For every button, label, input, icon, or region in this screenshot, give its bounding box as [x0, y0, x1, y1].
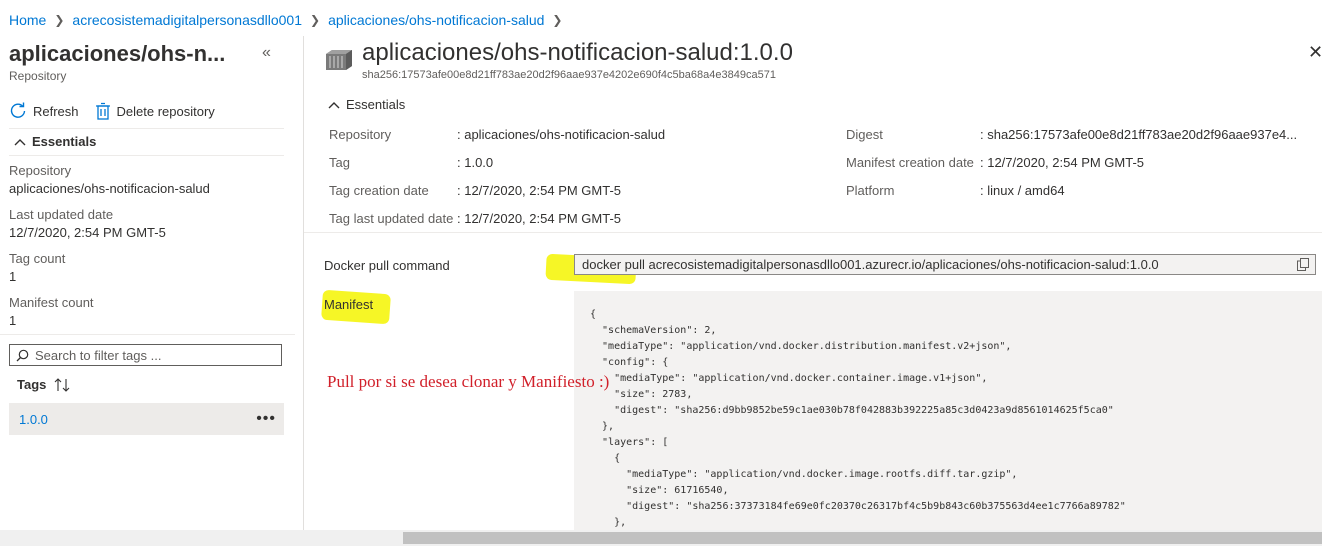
tags-column-header[interactable]: Tags: [17, 377, 70, 392]
tag-search-input[interactable]: Search to filter tags ...: [9, 344, 282, 366]
repository-pane: aplicaciones/ohs-n... « Repository Refre…: [0, 36, 295, 530]
chevron-right-icon: ❯: [552, 13, 563, 27]
last-updated-value: 12/7/2020, 2:54 PM GMT-5: [9, 225, 166, 240]
manifest-label: Manifest: [324, 297, 374, 312]
manifest-creation-value: : 12/7/2020, 2:54 PM GMT-5: [980, 155, 1145, 170]
tag-search-placeholder: Search to filter tags ...: [35, 347, 162, 363]
tag-title: aplicaciones/ohs-notificacion-salud:1.0.…: [362, 39, 793, 66]
repository-subtitle: Repository: [9, 69, 67, 83]
search-icon: [16, 349, 29, 361]
manifest-creation-label: Manifest creation date: [846, 155, 974, 170]
breadcrumb-home[interactable]: Home: [9, 12, 46, 28]
horizontal-scrollbar[interactable]: [0, 530, 1322, 546]
divider: [9, 155, 284, 156]
essentials-label: Essentials: [346, 97, 406, 112]
essentials-toggle[interactable]: Essentials: [14, 134, 96, 149]
more-options-icon[interactable]: •••: [256, 410, 276, 428]
refresh-button[interactable]: Refresh: [9, 102, 79, 120]
divider: [304, 232, 1322, 233]
tag-value: : 1.0.0: [457, 155, 494, 170]
collapse-pane-icon[interactable]: «: [262, 44, 271, 62]
copy-icon[interactable]: [1297, 258, 1309, 271]
divider: [0, 334, 295, 335]
tag-detail-pane: aplicaciones/ohs-notificacion-salud:1.0.…: [304, 36, 1322, 530]
delete-repository-button[interactable]: Delete repository: [95, 102, 215, 120]
refresh-icon: [10, 102, 26, 118]
container-registry-icon: [326, 50, 352, 70]
manifest-code-block[interactable]: { "schemaVersion": 2, "mediaType": "appl…: [574, 291, 1322, 530]
digest-value: : sha256:17573afe00e8d21ff783ae20d2f96aa…: [980, 127, 1298, 142]
tag-last-updated-value: : 12/7/2020, 2:54 PM GMT-5: [457, 211, 622, 226]
docker-pull-command-text: docker pull acrecosistemadigitalpersonas…: [582, 257, 1159, 272]
tag-last-updated-label: Tag last updated date: [329, 211, 454, 226]
manifest-json: { "schemaVersion": 2, "mediaType": "appl…: [590, 309, 1126, 528]
refresh-label: Refresh: [33, 103, 79, 119]
repository-value: : aplicaciones/ohs-notificacion-salud: [457, 127, 666, 142]
tag-count-value: 1: [9, 269, 17, 284]
sort-icon: [55, 377, 70, 392]
digest-label: Digest: [846, 127, 883, 142]
repository-label: Repository: [9, 163, 72, 178]
repository-label: Repository: [329, 127, 392, 142]
repository-value: aplicaciones/ohs-notificacion-salud: [9, 181, 210, 196]
tag-digest: sha256:17573afe00e8d21ff783ae20d2f96aae9…: [362, 69, 776, 81]
chevron-right-icon: ❯: [54, 13, 65, 27]
repository-title: aplicaciones/ohs-n...: [9, 41, 226, 66]
trash-icon: [95, 102, 110, 120]
handwritten-annotation: Pull por si se desea clonar y Manifiesto…: [327, 372, 610, 391]
delete-repository-label: Delete repository: [116, 103, 215, 119]
essentials-toggle[interactable]: Essentials: [328, 97, 405, 112]
chevron-right-icon: ❯: [310, 13, 321, 27]
tag-creation-value: : 12/7/2020, 2:54 PM GMT-5: [457, 183, 622, 198]
docker-pull-label: Docker pull command: [324, 258, 450, 273]
docker-pull-command-field[interactable]: docker pull acrecosistemadigitalpersonas…: [574, 254, 1316, 275]
chevron-up-icon: [328, 101, 340, 108]
tag-row[interactable]: 1.0.0 •••: [9, 403, 284, 435]
page-footer-area: [0, 546, 1322, 554]
tag-label: Tag: [329, 155, 350, 170]
breadcrumb: Home ❯ acrecosistemadigitalpersonasdllo0…: [9, 10, 570, 30]
manifest-count-value: 1: [9, 313, 17, 328]
tag-creation-label: Tag creation date: [329, 183, 429, 198]
tags-header-label: Tags: [17, 377, 47, 392]
last-updated-label: Last updated date: [9, 207, 114, 222]
breadcrumb-repository[interactable]: aplicaciones/ohs-notificacion-salud: [328, 12, 544, 28]
tag-link[interactable]: 1.0.0: [19, 412, 48, 427]
manifest-count-label: Manifest count: [9, 295, 94, 310]
tag-count-label: Tag count: [9, 251, 66, 266]
command-bar: Refresh Delete repository: [9, 99, 215, 123]
close-icon[interactable]: ✕: [1308, 42, 1322, 63]
breadcrumb-registry[interactable]: acrecosistemadigitalpersonasdllo001: [72, 12, 302, 28]
divider: [9, 128, 284, 129]
platform-value: : linux / amd64: [980, 183, 1065, 198]
essentials-label: Essentials: [32, 134, 97, 149]
platform-label: Platform: [846, 183, 895, 198]
chevron-up-icon: [14, 138, 26, 145]
scrollbar-thumb[interactable]: [403, 532, 1322, 544]
